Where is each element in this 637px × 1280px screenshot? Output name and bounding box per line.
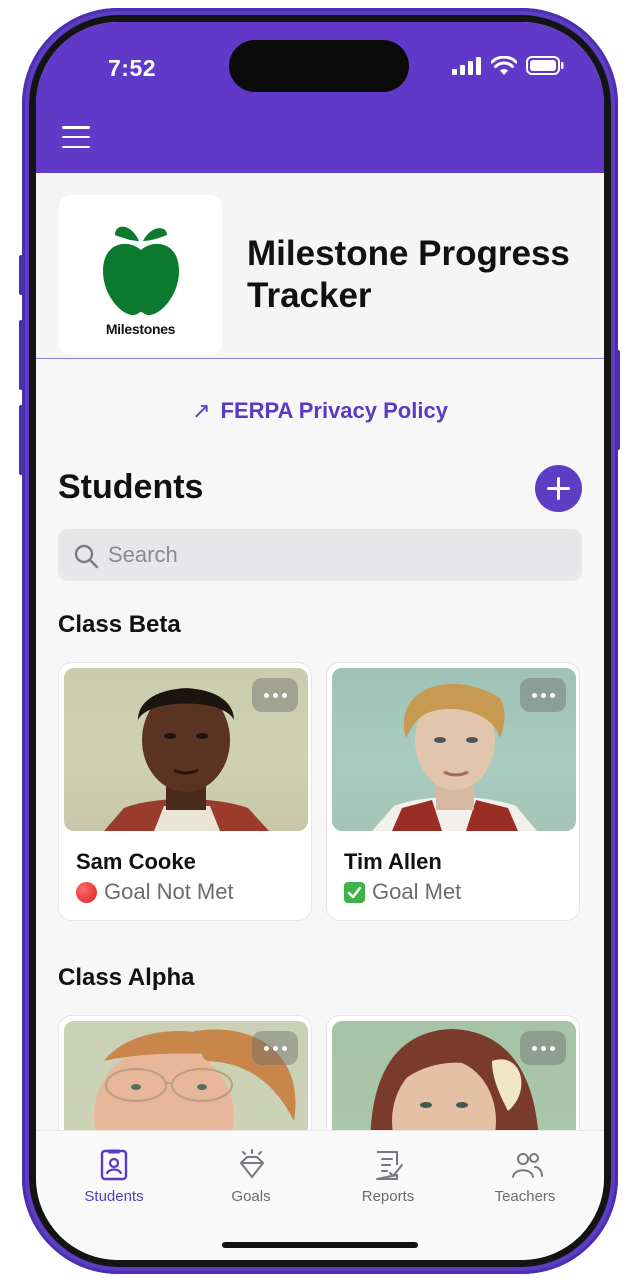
student-badge-icon — [100, 1149, 128, 1181]
green-check-icon — [344, 881, 365, 903]
student-status: Goal Met — [344, 879, 461, 905]
people-icon — [512, 1153, 543, 1178]
logo-caption: Milestones — [105, 321, 176, 337]
search-input[interactable] — [108, 529, 568, 581]
app-header: Milestones Milestone Progress Tracker — [36, 173, 604, 359]
volume-up-button — [19, 320, 23, 390]
status-label: Goal Not Met — [104, 879, 234, 904]
more-options-button[interactable] — [252, 678, 298, 712]
student-card[interactable]: Tim Allen Goal Met — [326, 662, 580, 921]
bottom-tab-bar: Students Goals Reports Teachers — [36, 1130, 604, 1260]
report-icon — [376, 1151, 403, 1180]
diamond-icon — [239, 1149, 265, 1179]
volume-down-button — [19, 405, 23, 475]
tab-teachers[interactable]: Teachers — [470, 1131, 580, 1231]
tab-reports[interactable]: Reports — [333, 1131, 443, 1231]
search-icon — [74, 544, 99, 569]
tab-goals[interactable]: Goals — [196, 1131, 306, 1231]
app-screen: 7:52 Milestones Milestone Progress Track… — [36, 22, 604, 1260]
app-logo: Milestones — [59, 195, 222, 355]
signal-icon — [452, 56, 481, 75]
status-time: 7:52 — [108, 55, 157, 81]
tab-label: Students — [84, 1188, 144, 1205]
wifi-icon — [491, 56, 517, 75]
tab-label: Teachers — [494, 1188, 556, 1205]
power-button — [616, 350, 620, 450]
more-options-button[interactable] — [252, 1031, 298, 1065]
student-name: Tim Allen — [344, 849, 442, 874]
apple-logo-icon — [103, 226, 179, 315]
mute-switch — [19, 255, 23, 295]
ferpa-policy-link[interactable]: ↗ FERPA Privacy Policy — [36, 398, 604, 424]
tab-students[interactable]: Students — [59, 1131, 169, 1231]
arrow-up-right-icon: ↗ — [192, 398, 211, 423]
tab-label: Reports — [361, 1188, 415, 1205]
student-status: Goal Not Met — [76, 879, 234, 905]
student-photo — [64, 668, 308, 831]
student-photo — [332, 668, 576, 831]
class-heading: Class Alpha — [58, 964, 195, 991]
red-circle-icon — [76, 881, 97, 903]
home-indicator[interactable] — [222, 1242, 418, 1248]
more-options-button[interactable] — [520, 678, 566, 712]
ferpa-policy-label: FERPA Privacy Policy — [220, 398, 448, 423]
status-icons — [452, 56, 564, 75]
student-card[interactable]: Sam Cooke Goal Not Met — [58, 662, 312, 921]
more-options-button[interactable] — [520, 1031, 566, 1065]
page-title: Milestone Progress Tracker — [247, 234, 570, 315]
class-heading: Class Beta — [58, 611, 181, 638]
student-name: Sam Cooke — [76, 849, 196, 874]
top-bar: 7:52 — [36, 22, 604, 173]
status-label: Goal Met — [372, 879, 462, 904]
search-bar[interactable] — [58, 529, 582, 581]
add-student-button[interactable] — [535, 465, 582, 512]
hamburger-menu-button[interactable] — [62, 126, 90, 148]
battery-icon — [526, 56, 564, 75]
dynamic-island — [229, 40, 409, 92]
students-heading: Students — [58, 468, 204, 506]
tab-label: Goals — [231, 1188, 271, 1205]
